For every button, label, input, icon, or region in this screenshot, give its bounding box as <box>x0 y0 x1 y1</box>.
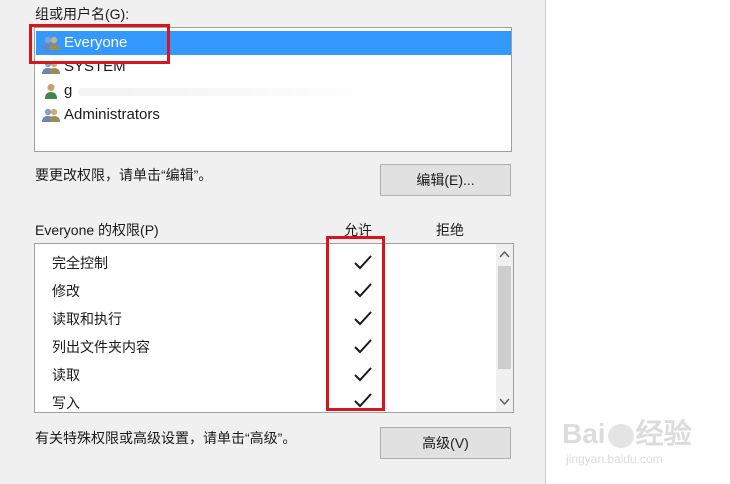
permissions-label: Everyone 的权限(P) <box>35 222 159 238</box>
user-group-icon <box>42 108 60 122</box>
group-item-user[interactable]: g <box>36 79 534 103</box>
watermark-logo-text: Bai <box>562 418 606 449</box>
watermark-url: jingyan.baidu.com <box>566 452 663 466</box>
group-name: g <box>64 82 73 99</box>
permission-name: 读取和执行 <box>52 311 122 327</box>
permission-name: 修改 <box>52 283 80 299</box>
group-item-administrators[interactable]: Administrators <box>36 103 160 127</box>
permission-list[interactable]: 完全控制 修改 读取和执行 列出文件夹内容 读取 写入 <box>34 243 514 413</box>
permission-name: 完全控制 <box>52 255 108 271</box>
redacted-text <box>78 88 388 96</box>
groups-label: 组或用户名(G): <box>35 6 130 22</box>
group-name: Administrators <box>64 106 160 123</box>
permission-name: 列出文件夹内容 <box>52 339 150 355</box>
scroll-up-arrow-icon[interactable] <box>499 249 510 260</box>
security-dialog: 组或用户名(G): Everyone SYSTEM g Administrato… <box>0 0 546 484</box>
watermark-logo-suffix: 经验 <box>635 418 692 449</box>
permission-scrollbar[interactable] <box>496 244 513 412</box>
scroll-down-arrow-icon[interactable] <box>499 396 510 407</box>
permission-name: 读取 <box>52 367 80 383</box>
highlight-box-everyone <box>29 24 170 64</box>
advanced-hint: 有关特殊权限或高级设置，请单击“高级”。 <box>35 430 297 446</box>
watermark-logo: Bai 经验 <box>562 412 692 452</box>
paw-icon <box>607 423 634 448</box>
scrollbar-thumb[interactable] <box>498 266 511 369</box>
edit-hint: 要更改权限，请单击“编辑”。 <box>35 167 213 183</box>
edit-button[interactable]: 编辑(E)... <box>380 164 511 196</box>
highlight-box-allow <box>326 236 385 411</box>
single-user-icon <box>45 84 57 99</box>
deny-header: 拒绝 <box>436 222 464 238</box>
permission-name: 写入 <box>52 395 80 411</box>
advanced-button[interactable]: 高级(V) <box>380 427 511 459</box>
